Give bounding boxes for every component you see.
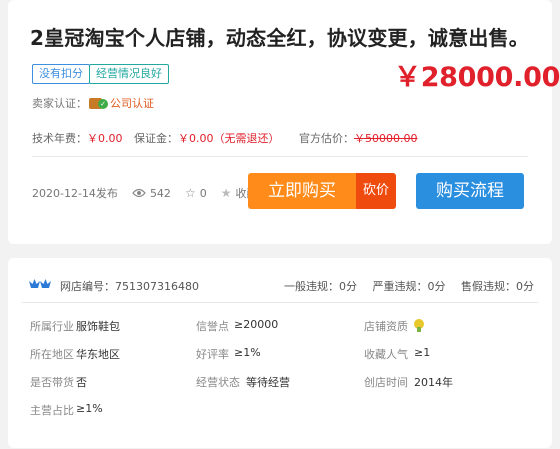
star-outline-icon: ☆ (184, 186, 196, 200)
star-filled-icon: ★ (220, 186, 232, 200)
divider (32, 156, 528, 157)
shop-number: 网店编号：751307316480 (60, 280, 199, 293)
listing-price: ￥28000.00 (394, 62, 560, 93)
seller-cert-label: 卖家认证： (32, 97, 87, 110)
verified-company-icon: ✓ (89, 97, 108, 109)
publish-date: 2020-12-14发布 (32, 187, 118, 200)
view-count-value: 542 (149, 186, 171, 200)
purchase-process-button[interactable]: 购买流程 (416, 173, 524, 209)
detail-positive-rate: 好评率 ≥1% (196, 346, 261, 361)
shop-info-card: 网店编号：751307316480 一般违规：0分 严重违规：0分 售假违规：0… (8, 258, 552, 448)
tech-fee-label: 技术年费： (32, 132, 87, 145)
fee-row: 技术年费：￥0.00 保证金：￥0.00（无需退还） 官方估价：￥50000.0… (32, 130, 418, 146)
star-count[interactable]: ☆ 0 (185, 186, 207, 200)
listing-meta: 2020-12-14发布 542 ☆ 0 ★ 收藏 (32, 185, 271, 201)
detail-main-ratio: 主营占比 ≥1% (30, 402, 103, 417)
official-estimate-label: 官方估价： (299, 132, 354, 145)
detail-region: 所在地区 华东地区 (30, 348, 120, 361)
eye-icon (132, 188, 146, 198)
violation-summary: 一般违规：0分 严重违规：0分 售假违规：0分 (272, 278, 534, 294)
tag-good-operation: 经营情况良好 (89, 64, 169, 84)
listing-title: 2皇冠淘宝个人店铺，动态全红，协议变更，诚意出售。 (30, 26, 529, 50)
detail-credit: 信誉点 ≥20000 (196, 318, 279, 333)
detail-created: 创店时间 2014年 (364, 376, 453, 389)
tech-fee-value: ￥0.00 (87, 132, 123, 145)
official-estimate-value: ￥50000.00 (354, 132, 418, 145)
seller-certification: 卖家认证： ✓ 公司认证 (32, 95, 154, 111)
listing-card: 2皇冠淘宝个人店铺，动态全红，协议变更，诚意出售。 没有扣分 经营情况良好 ￥2… (8, 0, 560, 244)
detail-qualification: 店铺资质 (364, 318, 424, 334)
deposit-label: 保证金： (134, 132, 178, 145)
detail-operation-status: 经营状态 等待经营 (196, 376, 290, 389)
view-count: 542 (132, 187, 171, 200)
buy-now-button[interactable]: 立即购买 (248, 173, 356, 209)
bargain-button[interactable]: 砍价 (356, 173, 396, 209)
counterfeit-violation: 售假违规：0分 (461, 280, 534, 293)
shop-qualification-icon (414, 319, 424, 332)
seller-cert-value: 公司认证 (110, 97, 154, 110)
detail-with-goods: 是否带货否 (30, 376, 87, 389)
general-violation: 一般违规：0分 (284, 280, 357, 293)
star-count-value: 0 (199, 186, 207, 200)
crown-icon (29, 279, 51, 288)
shop-header: 网店编号：751307316480 一般违规：0分 严重违规：0分 售假违规：0… (28, 276, 534, 294)
detail-industry: 所属行业 服饰鞋包 (30, 320, 120, 333)
detail-favorites: 收藏人气 ≥1 (364, 346, 431, 361)
tag-no-deduction: 没有扣分 (32, 64, 90, 84)
deposit-value: ￥0.00（无需退还） (178, 132, 280, 145)
divider (22, 302, 538, 303)
serious-violation: 严重违规：0分 (372, 280, 446, 293)
